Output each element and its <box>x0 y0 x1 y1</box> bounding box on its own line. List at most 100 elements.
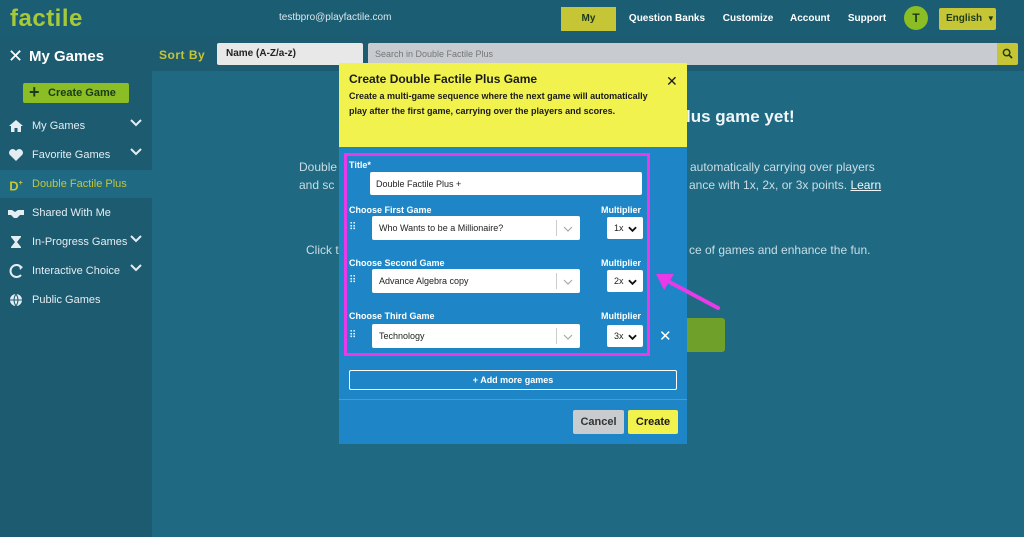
sidebar-item-shared-with-me[interactable]: Shared With Me <box>0 199 152 227</box>
sort-value: Name (A-Z/a-z) <box>226 48 297 59</box>
chevron-down-icon[interactable] <box>130 146 142 160</box>
sidebar-item-favorite-games[interactable]: Favorite Games <box>0 141 152 169</box>
nav-question-banks[interactable]: Question Banks <box>627 7 707 31</box>
search-button[interactable] <box>997 43 1018 65</box>
user-email: testbpro@playfactile.com <box>279 12 392 23</box>
second-game-value: Advance Algebra copy <box>379 276 469 286</box>
first-multiplier-select[interactable]: 1x <box>607 217 643 239</box>
drag-handle-icon[interactable]: ⠿ <box>349 276 357 286</box>
multiplier-label: Multiplier <box>601 258 641 268</box>
drag-handle-icon[interactable]: ⠿ <box>349 223 357 233</box>
modal-header: Create Double Factile Plus Game ✕ Create… <box>339 63 687 147</box>
add-more-games-button[interactable]: + Add more games <box>349 370 677 390</box>
close-icon[interactable]: ✕ <box>8 46 23 67</box>
modal-divider <box>339 399 687 400</box>
avatar[interactable]: T <box>904 6 928 30</box>
chevron-down-icon[interactable] <box>130 262 142 276</box>
multiplier-label: Multiplier <box>601 311 641 321</box>
chevron-down-icon[interactable] <box>130 233 142 247</box>
sidebar-item-label: Shared With Me <box>32 207 111 219</box>
multiplier-label: Multiplier <box>601 205 641 215</box>
create-button[interactable]: Create <box>628 410 678 434</box>
chevron-down-icon <box>628 270 637 292</box>
chevron-down-icon <box>628 217 637 239</box>
select-divider <box>556 220 557 236</box>
first-game-select[interactable]: Who Wants to be a Millionaire? <box>372 216 580 240</box>
third-multiplier-select[interactable]: 3x <box>607 325 643 347</box>
sidebar-item-label: Public Games <box>32 294 101 306</box>
double-factile-icon: D+ <box>9 178 23 194</box>
search-input[interactable] <box>368 43 998 65</box>
create-button-background[interactable] <box>686 318 725 352</box>
globe-icon <box>8 293 24 307</box>
sidebar-item-in-progress-games[interactable]: In-Progress Games <box>0 228 152 256</box>
sidebar-item-label: In-Progress Games <box>32 236 128 248</box>
sidebar-header: ✕ My Games <box>0 38 152 74</box>
cancel-button[interactable]: Cancel <box>573 410 624 434</box>
sidebar-item-label: Double Factile Plus <box>32 178 127 190</box>
chevron-down-icon <box>563 324 573 348</box>
create-game-button[interactable]: + Create Game <box>23 82 129 103</box>
interactive-icon <box>8 264 24 278</box>
sidebar-item-label: Interactive Choice <box>32 265 121 277</box>
empty-state-text: automatically carrying over players <box>690 160 875 174</box>
sidebar-item-double-factile-plus[interactable]: D+ Double Factile Plus <box>0 170 152 198</box>
third-game-select[interactable]: Technology <box>372 324 580 348</box>
plus-icon: + <box>29 82 40 102</box>
sort-label: Sort By <box>159 48 206 62</box>
search-icon <box>1002 48 1013 59</box>
nav-my-games[interactable]: My Games <box>561 7 616 48</box>
empty-state-text: Double <box>299 160 338 174</box>
nav-support[interactable]: Support <box>844 7 890 31</box>
title-input[interactable] <box>370 172 642 195</box>
title-label: Title* <box>349 160 371 170</box>
language-label: English <box>946 13 983 24</box>
empty-state-heading: lus game yet! <box>686 107 795 126</box>
empty-state-text-fragment: ance with 1x, 2x, or 3x points. <box>689 178 848 192</box>
modal-description: Create a multi-game sequence where the n… <box>349 91 648 116</box>
second-game-select[interactable]: Advance Algebra copy <box>372 269 580 293</box>
game-label: Choose First Game <box>349 205 432 215</box>
chevron-down-icon <box>563 216 573 240</box>
first-game-value: Who Wants to be a Millionaire? <box>379 223 504 233</box>
sidebar-item-label: Favorite Games <box>32 149 111 161</box>
nav-customize[interactable]: Customize <box>718 7 778 31</box>
sort-select[interactable]: Name (A-Z/a-z) <box>217 43 363 65</box>
game-label: Choose Third Game <box>349 311 435 321</box>
learn-link[interactable]: Learn <box>850 178 881 192</box>
close-icon[interactable]: ✕ <box>666 73 678 90</box>
third-multiplier-value: 3x <box>614 331 624 341</box>
hourglass-icon <box>8 235 24 249</box>
sidebar-title: My Games <box>29 48 105 65</box>
chevron-down-icon: ▼ <box>986 14 995 23</box>
second-multiplier-value: 2x <box>614 276 624 286</box>
nav-account[interactable]: Account <box>787 7 833 31</box>
heart-icon <box>8 148 24 162</box>
empty-state-text: ance with 1x, 2x, or 3x points. Learn <box>689 178 881 192</box>
factile-logo[interactable]: factile <box>10 5 83 33</box>
home-icon <box>8 119 24 133</box>
chevron-down-icon <box>563 269 573 293</box>
sidebar-item-interactive-choice[interactable]: Interactive Choice <box>0 257 152 285</box>
sidebar-item-public-games[interactable]: Public Games <box>0 286 152 314</box>
select-divider <box>556 328 557 344</box>
modal-title: Create Double Factile Plus Game <box>349 72 538 86</box>
game-label: Choose Second Game <box>349 258 445 268</box>
chevron-down-icon <box>628 325 637 347</box>
handshake-icon <box>8 206 24 220</box>
select-divider <box>556 273 557 289</box>
second-multiplier-select[interactable]: 2x <box>607 270 643 292</box>
third-game-value: Technology <box>379 331 425 341</box>
remove-game-icon[interactable]: ✕ <box>659 327 672 345</box>
empty-state-text: and sc <box>299 178 335 192</box>
chevron-down-icon[interactable] <box>130 117 142 131</box>
sidebar-item-my-games[interactable]: My Games <box>0 112 152 140</box>
create-game-label: Create Game <box>48 87 116 99</box>
sidebar: ✕ My Games + Create Game My Games Favori… <box>0 38 152 537</box>
create-game-modal: Create Double Factile Plus Game ✕ Create… <box>339 63 687 444</box>
empty-state-text: Click t <box>306 243 339 257</box>
annotation-arrow-icon <box>656 274 720 310</box>
first-multiplier-value: 1x <box>614 223 624 233</box>
language-select[interactable]: English ▼ <box>939 8 996 30</box>
drag-handle-icon[interactable]: ⠿ <box>349 331 357 341</box>
